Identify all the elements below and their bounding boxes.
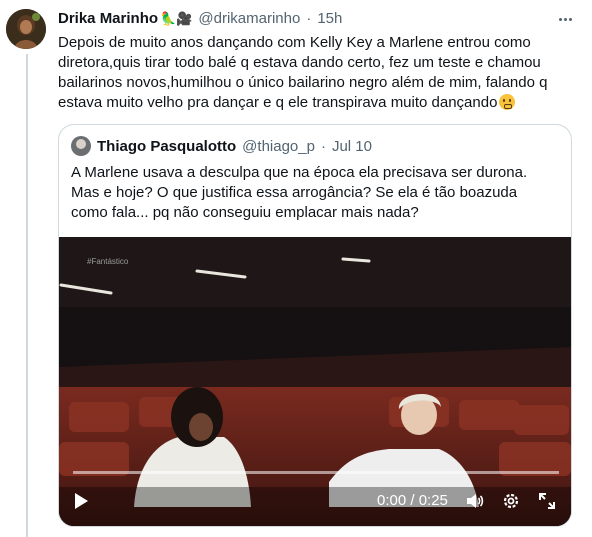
play-icon[interactable] (75, 493, 88, 509)
quoted-tweet[interactable]: Thiago Pasqualotto @thiago_p · Jul 10 A … (58, 124, 572, 527)
quoted-tweet-text: A Marlene usava a desculpa que na época … (71, 163, 557, 223)
quoted-author-avatar (71, 136, 91, 156)
tweet-header: Drika Marinho 🦜🎥 @drikamarinho · 15h (58, 8, 578, 30)
tweet-text-line: Depois de muito anos dançando com Kelly … (58, 34, 531, 51)
tweet-text-line: bailarinos novos,humilhou o único bailar… (58, 74, 548, 91)
fullscreen-icon[interactable] (537, 491, 557, 511)
author-handle[interactable]: @drikamarinho (198, 8, 300, 30)
tweet-text-line-last: estava muito velho pra dançar e q ele tr… (58, 93, 544, 113)
video-player[interactable]: #Fantástico 0:00 / 0:25 (59, 237, 571, 526)
video-frame (59, 237, 571, 526)
quoted-author-handle: @thiago_p (242, 137, 315, 155)
author-name-emojis: 🦜🎥 (160, 11, 193, 26)
tweet: Drika Marinho 🦜🎥 @drikamarinho · 15h Dep… (58, 8, 578, 113)
settings-gear-icon[interactable] (501, 491, 521, 511)
video-time: 0:00 / 0:25 (377, 492, 448, 509)
quoted-tweet-date: Jul 10 (331, 137, 372, 155)
quoted-author-name: Thiago Pasqualotto (97, 137, 237, 155)
separator-dot: · (306, 10, 312, 27)
quoted-text-line: Mas e hoje? O que justifica essa arrogân… (71, 184, 518, 201)
video-watermark: #Fantástico (87, 257, 129, 266)
grimacing-face-icon (499, 94, 516, 110)
quoted-text-line: como fala... pq não conseguiu emplacar m… (71, 204, 419, 221)
thread-line (26, 54, 28, 537)
tweet-timestamp[interactable]: 15h (317, 8, 342, 30)
tweet-text-line: estava muito velho pra dançar e q ele tr… (58, 94, 498, 111)
author-avatar[interactable] (6, 9, 46, 49)
tweet-text-line: diretora,quis tirar todo balé q estava d… (58, 54, 541, 71)
tweet-text: Depois de muito anos dançando com Kelly … (58, 33, 548, 113)
avatar-image (6, 9, 46, 49)
quoted-tweet-header: Thiago Pasqualotto @thiago_p · Jul 10 (71, 136, 372, 156)
more-options-icon[interactable] (554, 10, 576, 28)
author-name[interactable]: Drika Marinho (58, 8, 158, 30)
quoted-text-line: A Marlene usava a desculpa que na época … (71, 164, 528, 181)
separator-dot: · (320, 137, 326, 155)
volume-icon[interactable] (464, 491, 484, 511)
video-progress-bar[interactable] (73, 471, 559, 474)
